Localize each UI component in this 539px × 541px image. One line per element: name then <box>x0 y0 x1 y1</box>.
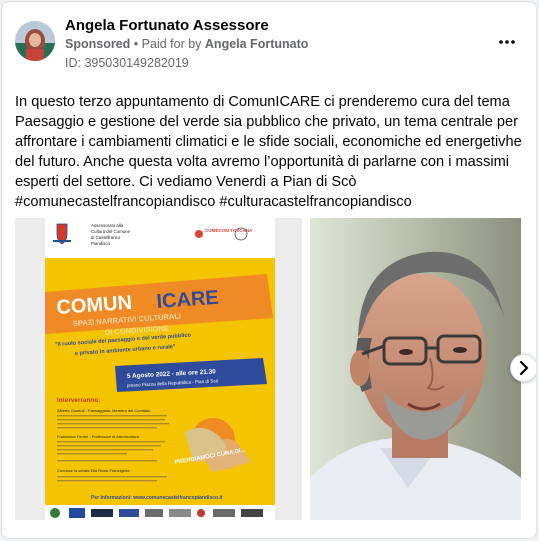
poster-org-line4: Piandiscò <box>91 241 111 246</box>
avatar-image <box>15 21 55 61</box>
carousel-card-poster[interactable]: Assessorato alla Cultura del Comune di C… <box>15 218 302 520</box>
carousel-card-photo[interactable] <box>310 218 521 520</box>
poster-graphic: Assessorato alla Cultura del Comune di C… <box>45 218 275 520</box>
sponsored-post-card: Angela Fortunato Assessore Sponsored • P… <box>1 1 537 539</box>
poster-org-line1: Assessorato alla <box>91 223 124 228</box>
page-name-link[interactable]: Angela Fortunato Assessore <box>65 17 269 34</box>
event-poster: Assessorato alla Cultura del Comune di C… <box>45 218 275 520</box>
post-message: In questo terzo appuntamento di ComunICA… <box>15 94 522 210</box>
poster-title-icare: ICARE <box>156 287 220 313</box>
poster-org-line3: di Castelfranco <box>91 235 121 240</box>
poster-speakers-heading: Interverranno: <box>57 397 100 404</box>
sponsored-label: Sponsored <box>65 37 131 51</box>
meta-separator: • <box>133 37 139 51</box>
more-horizontal-icon <box>499 40 515 44</box>
poster-info: Per informazioni: www.comunecastelfranco… <box>91 495 223 501</box>
poster-moderator: Conduce la serata Elia Rossi Francigena <box>57 468 130 473</box>
chevron-right-icon <box>519 361 529 375</box>
ad-id: ID: 395030149282019 <box>65 56 189 70</box>
poster-speaker2: Francesco Ferrini - Professore di Arbori… <box>57 434 140 439</box>
poster-speaker1: Alberto Giuntoli - Paesaggista, Membro d… <box>57 408 151 413</box>
more-options-button[interactable] <box>493 30 521 54</box>
paid-for-prefix: Paid for by <box>141 37 202 51</box>
footer-logos <box>50 508 263 518</box>
poster-org-line2: Cultura del Comune <box>91 229 131 234</box>
portrait-photo <box>310 218 521 520</box>
paid-for-name[interactable]: Angela Fortunato <box>205 37 308 51</box>
carousel-next-button[interactable] <box>510 354 536 382</box>
page-avatar[interactable] <box>15 21 55 61</box>
sponsored-meta: Sponsored • Paid for by Angela Fortunato <box>65 37 308 51</box>
